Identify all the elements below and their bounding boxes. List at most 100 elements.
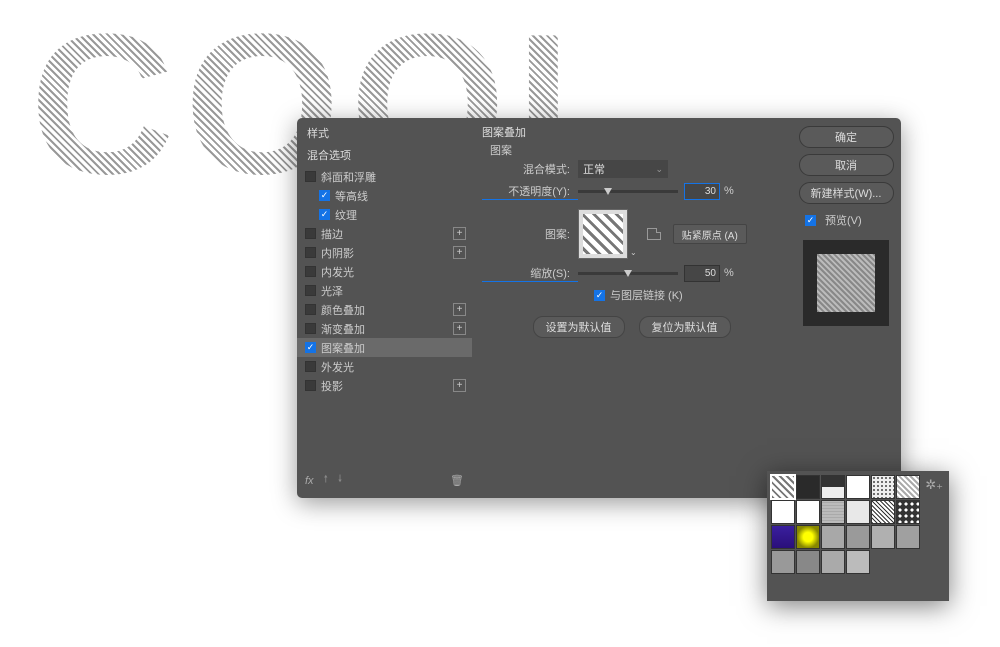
style-row[interactable]: 光泽 — [297, 281, 472, 300]
add-effect-icon[interactable]: + — [453, 379, 466, 392]
pattern-swatch-item[interactable] — [846, 525, 870, 549]
style-checkbox[interactable] — [305, 266, 316, 277]
style-checkbox[interactable] — [305, 361, 316, 372]
styles-header: 样式 — [297, 123, 472, 145]
new-style-button[interactable]: 新建样式(W)... — [799, 182, 894, 204]
style-label: 内阴影 — [321, 245, 354, 261]
style-row[interactable]: 颜色叠加 + — [297, 300, 472, 319]
move-up-icon[interactable]: 🠕 — [324, 472, 328, 489]
pattern-swatch-item[interactable] — [771, 525, 795, 549]
style-row[interactable]: 渐变叠加+ — [297, 319, 472, 338]
section-title: 图案叠加 — [482, 124, 781, 140]
reset-default-button[interactable]: 复位为默认值 — [639, 316, 731, 338]
preview-thumbnail — [817, 254, 875, 312]
pattern-swatch-item[interactable] — [796, 475, 820, 499]
new-pattern-icon[interactable] — [647, 228, 661, 240]
preview-box — [803, 240, 889, 326]
style-label: 纹理 — [335, 207, 357, 223]
style-row[interactable]: 纹理 — [297, 205, 472, 224]
style-row[interactable]: 内发光 — [297, 262, 472, 281]
pattern-swatch-item[interactable] — [846, 500, 870, 524]
pattern-picker-popup: ✲₊ — [767, 471, 949, 601]
pattern-swatch-item[interactable] — [821, 550, 845, 574]
pattern-swatch-item[interactable] — [796, 525, 820, 549]
pattern-swatch-item[interactable] — [771, 500, 795, 524]
style-label: 描边 — [321, 226, 343, 242]
add-effect-icon[interactable]: + — [453, 322, 466, 335]
pattern-swatch-item[interactable] — [871, 475, 895, 499]
preview-checkbox[interactable] — [805, 215, 816, 226]
style-row[interactable]: 内阴影 + — [297, 243, 472, 262]
preview-label: 预览(V) — [825, 212, 862, 228]
style-row[interactable]: 外发光 — [297, 357, 472, 376]
make-default-button[interactable]: 设置为默认值 — [533, 316, 625, 338]
scale-unit: % — [724, 267, 734, 279]
style-checkbox[interactable] — [305, 247, 316, 258]
scale-label: 缩放(S): — [482, 265, 578, 282]
blending-options[interactable]: 混合选项 — [297, 145, 472, 167]
opacity-unit: % — [724, 185, 734, 197]
style-checkbox[interactable] — [305, 323, 316, 334]
snap-origin-button[interactable]: 贴紧原点 (A) — [673, 224, 747, 244]
style-checkbox[interactable] — [305, 380, 316, 391]
add-effect-icon[interactable]: + — [453, 303, 466, 316]
pattern-swatch-item[interactable] — [896, 525, 920, 549]
blend-mode-label: 混合模式: — [482, 161, 578, 177]
link-layer-label: 与图层链接 (K) — [610, 287, 683, 303]
layer-style-dialog: 样式 混合选项 斜面和浮雕等高线纹理描边+内阴影+内发光光泽颜色叠加+渐变叠加+… — [297, 118, 901, 498]
styles-footer: fx 🠕 🠗 🗑 — [297, 468, 472, 493]
opacity-label: 不透明度(Y): — [482, 183, 578, 200]
add-effect-icon[interactable]: + — [453, 227, 466, 240]
style-row[interactable]: 斜面和浮雕 — [297, 167, 472, 186]
pattern-swatch-item[interactable] — [796, 500, 820, 524]
style-label: 光泽 — [321, 283, 343, 299]
style-checkbox[interactable] — [305, 342, 316, 353]
fx-icon[interactable]: fx — [305, 475, 314, 487]
add-effect-icon[interactable]: + — [453, 246, 466, 259]
pattern-swatch[interactable] — [578, 209, 628, 259]
move-down-icon[interactable]: 🠗 — [338, 472, 342, 489]
cancel-button[interactable]: 取消 — [799, 154, 894, 176]
pattern-swatch-item[interactable] — [896, 500, 920, 524]
style-label: 投影 — [321, 378, 343, 394]
style-checkbox[interactable] — [305, 171, 316, 182]
style-checkbox[interactable] — [305, 285, 316, 296]
style-label: 内发光 — [321, 264, 354, 280]
style-row[interactable]: 描边 + — [297, 224, 472, 243]
pattern-swatch-item[interactable] — [821, 475, 845, 499]
opacity-input[interactable] — [684, 183, 720, 200]
pattern-dropdown-icon[interactable]: ⌄ — [630, 248, 637, 257]
pattern-swatch-item[interactable] — [846, 550, 870, 574]
style-row[interactable]: 图案叠加 — [297, 338, 472, 357]
pattern-swatch-item[interactable] — [871, 500, 895, 524]
scale-input[interactable] — [684, 265, 720, 282]
style-checkbox[interactable] — [305, 228, 316, 239]
pattern-swatch-item[interactable] — [821, 500, 845, 524]
group-label: 图案 — [482, 142, 781, 158]
ok-button[interactable]: 确定 — [799, 126, 894, 148]
pattern-swatch-item[interactable] — [771, 475, 795, 499]
style-row[interactable]: 投影 + — [297, 376, 472, 395]
opacity-slider[interactable] — [578, 190, 678, 193]
pattern-swatch-item[interactable] — [796, 550, 820, 574]
style-label: 颜色叠加 — [321, 302, 365, 318]
style-label: 外发光 — [321, 359, 354, 375]
scale-slider[interactable] — [578, 272, 678, 275]
blend-mode-select[interactable]: 正常 — [578, 160, 668, 178]
pattern-swatch-item[interactable] — [846, 475, 870, 499]
style-label: 图案叠加 — [321, 340, 365, 356]
style-checkbox[interactable] — [319, 190, 330, 201]
pattern-swatch-grid — [771, 475, 924, 574]
style-label: 斜面和浮雕 — [321, 169, 376, 185]
picker-menu-icon[interactable]: ✲₊ — [925, 477, 943, 493]
style-checkbox[interactable] — [305, 304, 316, 315]
link-layer-checkbox[interactable] — [594, 290, 605, 301]
pattern-swatch-item[interactable] — [821, 525, 845, 549]
style-checkbox[interactable] — [319, 209, 330, 220]
pattern-swatch-item[interactable] — [896, 475, 920, 499]
pattern-label: 图案: — [482, 226, 578, 242]
style-row[interactable]: 等高线 — [297, 186, 472, 205]
trash-icon[interactable]: 🗑 — [450, 474, 464, 487]
pattern-swatch-item[interactable] — [771, 550, 795, 574]
pattern-swatch-item[interactable] — [871, 525, 895, 549]
